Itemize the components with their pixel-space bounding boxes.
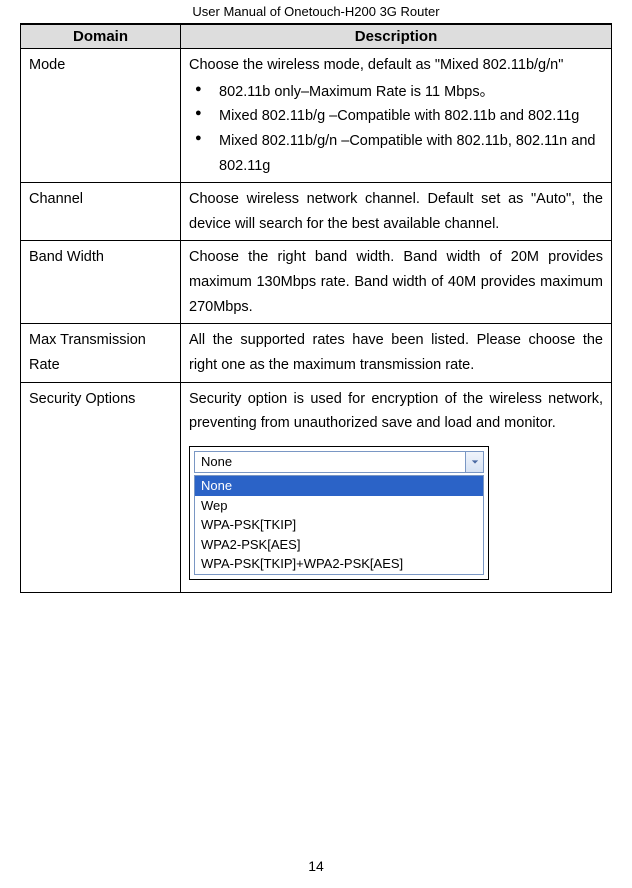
cell-domain-channel: Channel — [21, 183, 181, 241]
mode-bullet-list: 802.11b only–Maximum Rate is 11 Mbps。 Mi… — [189, 80, 603, 179]
chevron-down-icon[interactable] — [465, 452, 483, 472]
list-item: Mixed 802.11b/g –Compatible with 802.11b… — [195, 104, 603, 129]
page-number: 14 — [0, 858, 632, 874]
cell-description-channel: Choose wireless network channel. Default… — [181, 183, 612, 241]
security-select-closed[interactable]: None — [194, 451, 484, 473]
cell-description-bandwidth: Choose the right band width. Band width … — [181, 241, 612, 324]
list-item: 802.11b only–Maximum Rate is 11 Mbps。 — [195, 80, 603, 105]
cell-domain-bandwidth: Band Width — [21, 241, 181, 324]
table-row: Channel Choose wireless network channel.… — [21, 183, 612, 241]
security-option-wpa2-psk-aes[interactable]: WPA2-PSK[AES] — [195, 535, 483, 555]
security-select-value: None — [195, 451, 465, 473]
table-row: Security Options Security option is used… — [21, 382, 612, 592]
col-header-domain: Domain — [21, 25, 181, 49]
security-option-wep[interactable]: Wep — [195, 496, 483, 516]
security-option-wpa-combo[interactable]: WPA-PSK[TKIP]+WPA2-PSK[AES] — [195, 554, 483, 574]
cell-domain-mode: Mode — [21, 49, 181, 183]
security-text: Security option is used for encryption o… — [189, 387, 603, 436]
page-header-title: User Manual of Onetouch-H200 3G Router — [20, 0, 612, 24]
cell-description-mode: Choose the wireless mode, default as "Mi… — [181, 49, 612, 183]
table-row: Mode Choose the wireless mode, default a… — [21, 49, 612, 183]
list-item: Mixed 802.11b/g/n –Compatible with 802.1… — [195, 129, 603, 178]
security-option-none[interactable]: None — [195, 476, 483, 496]
cell-description-security: Security option is used for encryption o… — [181, 382, 612, 592]
cell-description-maxrate: All the supported rates have been listed… — [181, 324, 612, 382]
security-dropdown-figure: None None Wep WPA-PSK[TKIP] WPA2-PSK[AES… — [189, 446, 489, 580]
cell-domain-security: Security Options — [21, 382, 181, 592]
table-row: Band Width Choose the right band width. … — [21, 241, 612, 324]
mode-intro-text: Choose the wireless mode, default as "Mi… — [189, 53, 603, 78]
security-option-wpa-psk-tkip[interactable]: WPA-PSK[TKIP] — [195, 515, 483, 535]
col-header-description: Description — [181, 25, 612, 49]
settings-description-table: Domain Description Mode Choose the wirel… — [20, 24, 612, 593]
security-select-open[interactable]: None Wep WPA-PSK[TKIP] WPA2-PSK[AES] WPA… — [194, 475, 484, 575]
table-row: Max Transmission Rate All the supported … — [21, 324, 612, 382]
cell-domain-maxrate: Max Transmission Rate — [21, 324, 181, 382]
